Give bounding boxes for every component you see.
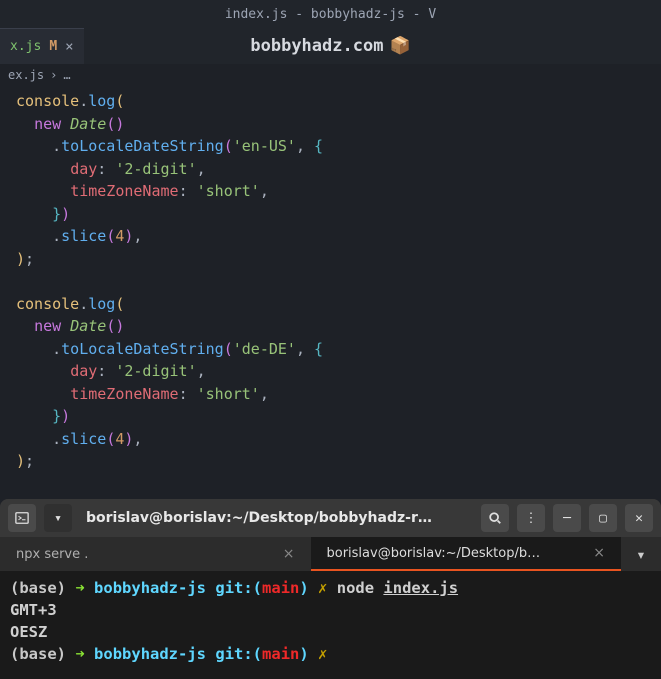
minimize-icon: ─ <box>563 511 571 526</box>
maximize-icon: ▢ <box>599 511 607 526</box>
terminal-tab-label: npx serve . <box>16 547 88 562</box>
tab-filename: x.js <box>10 39 41 54</box>
close-icon[interactable]: × <box>283 546 295 562</box>
watermark-text: bobbyhadz.com <box>250 36 383 56</box>
kebab-icon: ⋮ <box>525 511 538 526</box>
menu-button[interactable]: ⋮ <box>517 504 545 532</box>
close-icon: ✕ <box>635 511 643 526</box>
window-title: index.js - bobbyhadz-js - V <box>225 7 436 22</box>
search-icon <box>488 511 502 525</box>
new-tab-button[interactable] <box>8 504 36 532</box>
tabs-dropdown[interactable]: ▾ <box>621 537 661 571</box>
terminal-output: GMT+3 <box>10 599 651 621</box>
terminal-window: ▾ borislav@borislav:~/Desktop/bobbyhadz-… <box>0 499 661 679</box>
breadcrumb-more: … <box>63 68 70 82</box>
terminal-tab-label: borislav@borislav:~/Desktop/b… <box>327 546 541 561</box>
terminal-tab-row: npx serve . × borislav@borislav:~/Deskto… <box>0 537 661 571</box>
close-button[interactable]: ✕ <box>625 504 653 532</box>
chevron-down-icon: ▾ <box>54 511 62 526</box>
terminal-title: borislav@borislav:~/Desktop/bobbyhadz-r… <box>80 510 473 526</box>
terminal-output: OESZ <box>10 621 651 643</box>
code-editor[interactable]: console.log( new Date() .toLocaleDateStr… <box>0 86 661 477</box>
breadcrumb-file: ex.js <box>8 68 44 82</box>
terminal-icon <box>15 511 29 525</box>
editor-titlebar: index.js - bobbyhadz-js - V <box>0 0 661 28</box>
editor-tab[interactable]: x.js M × <box>0 28 84 64</box>
watermark: bobbyhadz.com 📦 <box>250 36 410 56</box>
terminal-tab-2[interactable]: borislav@borislav:~/Desktop/b… × <box>311 537 622 571</box>
dropdown-button[interactable]: ▾ <box>44 504 72 532</box>
box-icon: 📦 <box>389 36 410 56</box>
terminal-line: (base) ➜ bobbyhadz-js git:(main) ✗ <box>10 643 651 665</box>
close-icon[interactable]: × <box>65 39 73 55</box>
breadcrumb[interactable]: ex.js › … <box>0 64 661 86</box>
chevron-down-icon: ▾ <box>636 545 646 564</box>
chevron-right-icon: › <box>50 68 57 82</box>
minimize-button[interactable]: ─ <box>553 504 581 532</box>
maximize-button[interactable]: ▢ <box>589 504 617 532</box>
terminal-body[interactable]: (base) ➜ bobbyhadz-js git:(main) ✗ node … <box>0 571 661 679</box>
tab-modified-indicator: M <box>49 39 57 54</box>
terminal-tab-1[interactable]: npx serve . × <box>0 537 311 571</box>
terminal-line: (base) ➜ bobbyhadz-js git:(main) ✗ node … <box>10 577 651 599</box>
search-button[interactable] <box>481 504 509 532</box>
close-icon[interactable]: × <box>593 545 605 561</box>
terminal-titlebar: ▾ borislav@borislav:~/Desktop/bobbyhadz-… <box>0 499 661 537</box>
